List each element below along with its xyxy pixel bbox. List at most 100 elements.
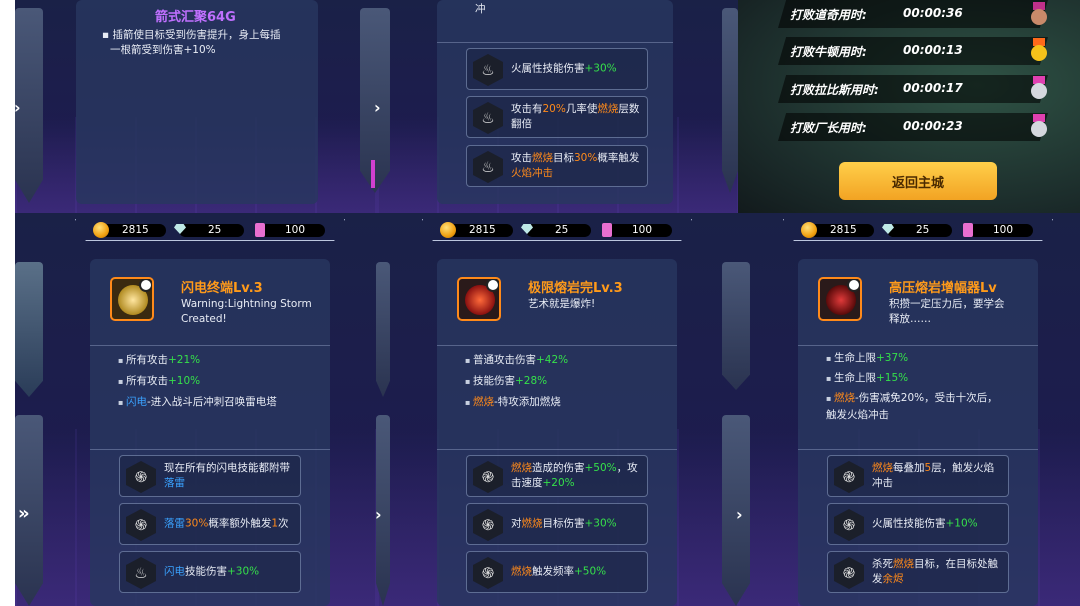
stat-item: 生命上限+15%	[826, 370, 1004, 387]
coin-count: 2815	[830, 224, 857, 236]
record-label: 打败道奇用时:	[790, 8, 867, 22]
perk-row[interactable]: ֍ 火属性技能伤害+10%	[827, 503, 1009, 545]
ingot-icon	[255, 223, 265, 237]
perk-row[interactable]: ֍ 现在所有的闪电技能都附带落雷	[119, 455, 301, 497]
stat-list: 普通攻击伤害+42% 技能伤害+28% 燃烧-特攻添加燃烧	[465, 350, 670, 413]
coin-icon	[93, 222, 109, 238]
resource-bar: 2815 25 100	[783, 219, 1053, 241]
double-arrow-icon[interactable]: »	[18, 503, 30, 524]
perk-row[interactable]: ♨ 攻击燃烧目标30%概率触发火焰冲击	[466, 145, 648, 187]
record-time: 00:00:17	[903, 81, 963, 95]
item-desc-line2: 一根箭受到伤害+10%	[110, 44, 216, 56]
skill-icon: ֍	[126, 461, 156, 493]
record-time: 00:00:23	[903, 119, 963, 133]
silver-medal-icon	[1030, 114, 1048, 138]
stat-list: 生命上限+37% 生命上限+15% 燃烧-伤害减免20%，受击十次后，触发火焰冲…	[826, 350, 1004, 424]
item-desc-fragment: 冲	[475, 3, 486, 15]
side-slot[interactable]	[722, 8, 738, 193]
perk-text: 燃烧每叠加5层，触发火焰冲击	[872, 462, 995, 489]
record-row: 打败拉比斯用时: 00:00:17	[778, 75, 1048, 103]
skill-icon: ֍	[473, 557, 503, 589]
next-arrow-icon[interactable]: ›	[736, 505, 743, 524]
perk-text: 现在所有的闪电技能都附带落雷	[164, 462, 290, 489]
record-time: 00:00:36	[903, 6, 963, 20]
side-slot[interactable]	[376, 262, 390, 397]
divider	[798, 345, 1038, 346]
perk-row[interactable]: ֎ 杀死燃烧目标，在目标处触发余烬	[827, 551, 1009, 593]
gem-count: 25	[208, 224, 222, 236]
next-arrow-icon[interactable]: ›	[375, 505, 382, 524]
gold-medal-icon	[1030, 38, 1048, 62]
skill-icon: ֍	[126, 509, 156, 541]
next-arrow-icon[interactable]: ›	[14, 98, 21, 117]
silver-medal-icon	[1030, 76, 1048, 100]
perk-text: 燃烧造成的伤害+50%，攻击速度+20%	[511, 462, 638, 489]
perk-text: 燃烧触发频率+50%	[511, 565, 607, 578]
stat-item: 生命上限+37%	[826, 350, 1004, 367]
perk-row[interactable]: ♨ 火属性技能伤害+30%	[466, 48, 648, 90]
ingot-count: 100	[632, 224, 653, 236]
perk-row[interactable]: ♨ 闪电技能伤害+30%	[119, 551, 301, 593]
ingot-count: 100	[285, 224, 306, 236]
side-slot[interactable]	[15, 262, 43, 397]
perk-text: 对燃烧目标伤害+30%	[511, 517, 617, 530]
perk-text: 闪电技能伤害+30%	[164, 565, 260, 578]
record-row: 打败牛顿用时: 00:00:13	[778, 37, 1048, 65]
stat-item: 闪电-进入战斗后冲刺召唤雷电塔	[118, 392, 323, 413]
divider	[798, 449, 1038, 450]
divider	[437, 449, 677, 450]
divider	[90, 345, 330, 346]
stat-item: 普通攻击伤害+42%	[465, 350, 670, 371]
skill-icon: ֎	[834, 461, 864, 493]
divider	[437, 345, 677, 346]
ingot-icon	[963, 223, 973, 237]
ingot-count: 100	[993, 224, 1014, 236]
card-subtitle-line2: 释放……	[889, 313, 931, 325]
skill-icon: ♨	[126, 557, 156, 589]
stat-item: 所有攻击+21%	[118, 350, 323, 371]
coin-icon	[801, 222, 817, 238]
perk-row[interactable]: ֍ 对燃烧目标伤害+30%	[466, 503, 648, 545]
bronze-medal-icon	[1030, 2, 1048, 26]
stat-item: 技能伤害+28%	[465, 371, 670, 392]
perk-text: 火属性技能伤害+10%	[872, 517, 978, 530]
coin-icon	[440, 222, 456, 238]
item-card: 箭式汇聚64G ▪ 插箭使目标受到伤害提升，身上每插 一根箭受到伤害+10%	[76, 0, 318, 204]
resource-bar: 2815 25 100	[75, 219, 345, 241]
gem-count: 25	[555, 224, 569, 236]
pink-gem-icon	[371, 160, 375, 188]
stat-item: 燃烧-特攻添加燃烧	[465, 392, 670, 413]
perk-text: 落雷30%概率额外触发1次	[164, 517, 289, 530]
perk-row[interactable]: ֍ 燃烧触发频率+50%	[466, 551, 648, 593]
perk-text: 攻击燃烧目标30%概率触发火焰冲击	[511, 152, 640, 179]
record-time: 00:00:13	[903, 43, 963, 57]
side-slot[interactable]	[722, 262, 750, 390]
perk-row[interactable]: ֎ 燃烧造成的伤害+50%，攻击速度+20%	[466, 455, 648, 497]
ingot-icon	[602, 223, 612, 237]
item-desc-line1: ▪ 插箭使目标受到伤害提升，身上每插	[102, 29, 281, 41]
card-title: 高压熔岩增幅器Lv	[889, 281, 997, 296]
lightning-weapon-icon	[110, 277, 154, 321]
card-title: 闪电终端Lv.3	[181, 281, 263, 296]
card-subtitle-line1: 积攒一定压力后，要学会	[889, 298, 1005, 310]
skill-icon: ֍	[473, 509, 503, 541]
record-label: 打败厂长用时:	[790, 121, 867, 135]
skill-icon: ֎	[473, 461, 503, 493]
record-label: 打败拉比斯用时:	[790, 83, 879, 97]
card-subtitle-line1: 艺术就是爆炸!	[528, 298, 596, 310]
card-title: 极限熔岩完Lv.3	[528, 281, 623, 296]
stat-item: 燃烧-伤害减免20%，受击十次后，触发火焰冲击	[826, 390, 1004, 424]
return-to-city-button[interactable]: 返回主城	[839, 162, 997, 200]
perk-text: 攻击有20%几率使燃烧层数翻倍	[511, 103, 640, 130]
record-label: 打败牛顿用时:	[790, 45, 867, 59]
perk-row[interactable]: ֍ 落雷30%概率额外触发1次	[119, 503, 301, 545]
record-row: 打败道奇用时: 00:00:36	[778, 0, 1048, 28]
perk-row[interactable]: ♨ 攻击有20%几率使燃烧层数翻倍	[466, 96, 648, 138]
item-title: 箭式汇聚64G	[155, 10, 236, 25]
divider	[437, 42, 673, 43]
perk-row[interactable]: ֎ 燃烧每叠加5层，触发火焰冲击	[827, 455, 1009, 497]
fire-skill-icon: ♨	[473, 102, 503, 134]
skill-icon: ֎	[834, 557, 864, 589]
gem-count: 25	[916, 224, 930, 236]
next-arrow-icon[interactable]: ›	[374, 98, 381, 117]
